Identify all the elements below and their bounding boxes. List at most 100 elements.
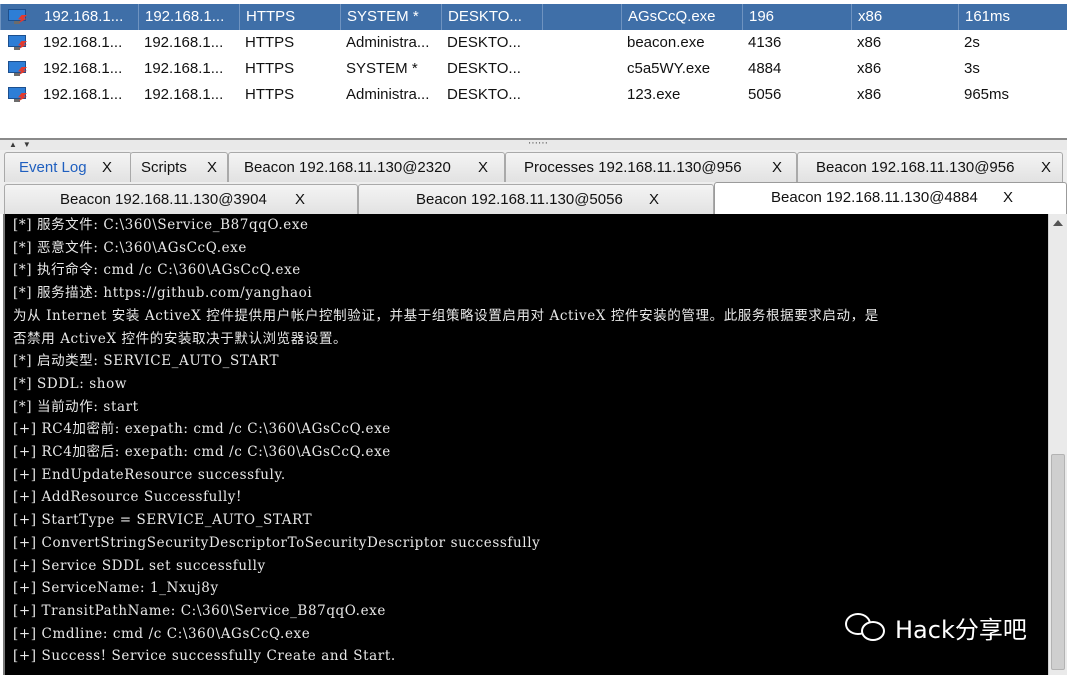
console-line: [*] 服务文件: C:\360\Service_B87qqO.exe [13, 217, 309, 233]
cell-computer: DESKTO... [447, 86, 521, 103]
tab-label: Beacon 192.168.11.130@5056 [416, 191, 623, 208]
cell-computer: DESKTO... [447, 60, 521, 77]
session-row[interactable]: 192.168.1... 192.168.1... HTTPS Administra.… [0, 30, 1067, 56]
tab-close-button[interactable]: X [207, 153, 217, 183]
console-line: [*] 启动类型: SERVICE_AUTO_START [13, 353, 280, 370]
tab-label: Beacon 192.168.11.130@4884 [771, 189, 978, 206]
cell-external-ip: 192.168.1... [0, 4, 138, 30]
tab-label: Beacon 192.168.11.130@2320 [244, 159, 451, 176]
cell-pid: 5056 [748, 86, 782, 103]
session-row[interactable]: 192.168.1... 192.168.1... HTTPS Administra.… [0, 82, 1067, 108]
console-line: [+] RC4加密前: exepath: cmd /c C:\360\AGsCc… [13, 421, 391, 438]
cell-internal-ip: 192.168.1... [144, 34, 224, 51]
cell-internal-ip: 192.168.1... [138, 4, 239, 30]
tab-scripts[interactable]: Scripts X [130, 152, 228, 182]
cell-last-checkin: 965ms [964, 86, 1010, 103]
console-line: [*] SDDL: show [13, 375, 127, 392]
console-line: [+] RC4加密后: exepath: cmd /c C:\360\AGsCc… [13, 444, 391, 460]
console-line: [+] Cmdline: cmd /c C:\360\AGsCcQ.exe [13, 625, 311, 642]
cell-last-checkin: 3s [964, 60, 980, 77]
console-line: [+] EndUpdateResource successfuly. [13, 466, 286, 483]
cell-process: 123.exe [627, 86, 681, 103]
scrollbar-thumb[interactable] [1051, 454, 1065, 670]
cell-arch: x86 [857, 86, 882, 103]
splitter-arrows-icon[interactable]: ▲▼ [9, 140, 37, 149]
cell-internal-ip: 192.168.1... [144, 86, 224, 103]
cell-last-checkin: 2s [964, 34, 980, 51]
console-line: 为从 Internet 安装 ActiveX 控件提供用户帐户控制验证，并基于组… [13, 307, 879, 324]
cell-listener: HTTPS [245, 60, 295, 77]
cell-user: Administra... [346, 86, 430, 103]
cell-arch: x86 [857, 34, 882, 51]
pane-splitter[interactable]: ▲▼ ⋯⋯ [0, 138, 1067, 150]
console-scrollbar[interactable] [1048, 214, 1067, 675]
session-table-empty-area [0, 108, 1067, 138]
cell-note [542, 4, 621, 30]
console-line: [+] StartType = SERVICE_AUTO_START [13, 512, 313, 529]
cell-pid: 4136 [748, 34, 782, 51]
cell-process: c5a5WY.exe [627, 60, 711, 77]
cell-user: SYSTEM * [340, 4, 441, 30]
cell-computer: DESKTO... [441, 4, 542, 30]
tab-label: Processes 192.168.11.130@956 [524, 159, 742, 176]
cell-note [542, 30, 621, 56]
tab-beacon-192-168-11-130-5056[interactable]: Beacon 192.168.11.130@5056 X [358, 184, 714, 214]
cell-listener: HTTPS [245, 34, 295, 51]
console-line: [+] AddResource Successfully! [13, 489, 243, 506]
tab-beacon-192-168-11-130-956[interactable]: Beacon 192.168.11.130@956 X [797, 152, 1063, 182]
cell-process: AGsCcQ.exe [621, 4, 742, 30]
splitter-grip-icon[interactable]: ⋯⋯ [528, 139, 548, 149]
cell-listener: HTTPS [245, 86, 295, 103]
cell-internal-ip: 192.168.1... [144, 60, 224, 77]
session-row[interactable]: 192.168.1... 192.168.1... HTTPS SYSTEM * DES… [0, 56, 1067, 82]
console-line: [*] 服务描述: https://github.com/yanghaoi [13, 285, 313, 302]
cell-pid: 196 [742, 4, 851, 30]
console-line: [+] ServiceName: 1_Nxuj8y [13, 580, 219, 597]
beacon-console-output: [*] 服务文件: C:\360\Service_B87qqO.exe [*] 恶… [3, 214, 1048, 675]
cell-process: beacon.exe [627, 34, 705, 51]
wechat-icon [845, 611, 889, 643]
console-line: [+] TransitPathName: C:\360\Service_B87q… [13, 602, 386, 619]
tab-label: Beacon 192.168.11.130@956 [816, 159, 1015, 176]
tab-close-button[interactable]: X [772, 153, 782, 183]
cell-external-ip: 192.168.1... [43, 34, 123, 51]
cell-note [542, 56, 621, 82]
tab-bar: Event Log X Scripts X Beacon 192.168.11.130@… [0, 150, 1067, 214]
cell-listener: HTTPS [239, 4, 340, 30]
console-line: [*] 恶意文件: C:\360\AGsCcQ.exe [13, 239, 247, 256]
tab-close-button[interactable]: X [649, 185, 659, 215]
watermark: Hack分享吧 [845, 610, 1027, 644]
console-line: [*] 当前动作: start [13, 398, 139, 415]
console-line: [+] Service SDDL set successfully [13, 557, 266, 574]
cell-arch: x86 [857, 60, 882, 77]
tab-close-button[interactable]: X [478, 153, 488, 183]
cell-last-checkin: 161ms [958, 4, 1067, 30]
tab-label: Scripts [141, 159, 187, 176]
cell-arch: x86 [851, 4, 958, 30]
cell-pid: 4884 [748, 60, 782, 77]
cell-user: SYSTEM * [346, 60, 418, 77]
console-line: [+] Success! Service successfully Create… [13, 648, 396, 665]
session-row[interactable]: 192.168.1... 192.168.1... HTTPS SYSTEM * DES… [0, 4, 1067, 30]
cell-external-ip: 192.168.1... [43, 86, 123, 103]
tab-close-button[interactable]: X [1003, 183, 1013, 213]
tab-beacon-192-168-11-130-4884[interactable]: Beacon 192.168.11.130@4884 X [714, 182, 1067, 214]
cell-external-ip: 192.168.1... [43, 60, 123, 77]
tab-label: Event Log [19, 159, 87, 176]
watermark-text: Hack分享吧 [895, 615, 1027, 644]
tab-close-button[interactable]: X [102, 153, 112, 183]
scroll-up-icon[interactable] [1053, 220, 1063, 226]
cell-computer: DESKTO... [447, 34, 521, 51]
tab-label: Beacon 192.168.11.130@3904 [60, 191, 267, 208]
tab-event-log[interactable]: Event Log X [4, 152, 132, 182]
tab-close-button[interactable]: X [295, 185, 305, 215]
cell-note [542, 82, 621, 108]
console-line: 否禁用 ActiveX 控件的安装取决于默认浏览器设置。 [13, 330, 348, 347]
tab-beacon-192-168-11-130-3904[interactable]: Beacon 192.168.11.130@3904 X [4, 184, 358, 214]
session-table[interactable]: 192.168.1... 192.168.1... HTTPS SYSTEM * DES… [0, 0, 1067, 138]
tab-processes-192-168-11-130-956[interactable]: Processes 192.168.11.130@956 X [505, 152, 797, 182]
tab-close-button[interactable]: X [1041, 153, 1051, 183]
console-line: [*] 执行命令: cmd /c C:\360\AGsCcQ.exe [13, 262, 301, 279]
tab-beacon-192-168-11-130-2320[interactable]: Beacon 192.168.11.130@2320 X [228, 152, 505, 182]
console-line: [+] ConvertStringSecurityDescriptorToSec… [13, 534, 541, 551]
